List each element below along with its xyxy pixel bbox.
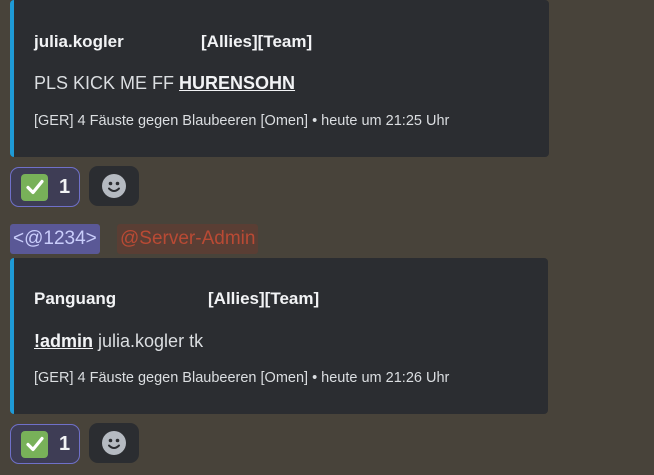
add-reaction-button[interactable] [89,423,139,463]
embed-author: julia.kogler [34,32,124,51]
check-mark-icon [21,430,48,458]
user-mention[interactable]: <@1234> [10,224,100,254]
message-embed: julia.kogler [Allies][Team] PLS KICK ME … [10,0,549,157]
smiley-icon [102,174,126,198]
embed-description: !admin julia.kogler tk [34,331,203,352]
description-text: julia.kogler tk [93,331,204,351]
embed-team: [Allies][Team] [208,289,320,308]
role-mention[interactable]: @Server-Admin [117,224,259,254]
embed-author: Panguang [34,289,117,308]
description-text: PLS KICK ME FF [34,73,180,93]
embed-footer: [GER] 4 Fäuste gegen Blaubeeren [Omen] •… [34,113,450,129]
embed-title: Panguang [Allies][Team] [34,289,319,309]
description-bold: !admin [34,331,94,351]
smiley-icon [102,431,126,455]
embed-description: PLS KICK ME FF HURENSOHN [34,73,295,94]
embed-team: [Allies][Team] [201,32,313,51]
reaction-count: 1 [59,175,71,198]
reaction-count: 1 [59,432,71,455]
embed-footer: [GER] 4 Fäuste gegen Blaubeeren [Omen] •… [34,370,450,386]
message-embed: Panguang [Allies][Team] !admin julia.kog… [10,258,548,414]
check-mark-icon [21,173,48,201]
reaction-check[interactable]: 1 [10,167,80,207]
add-reaction-button[interactable] [89,166,139,206]
embed-title: julia.kogler [Allies][Team] [34,32,312,52]
reaction-check[interactable]: 1 [10,424,80,464]
description-bold: HURENSOHN [179,73,296,93]
